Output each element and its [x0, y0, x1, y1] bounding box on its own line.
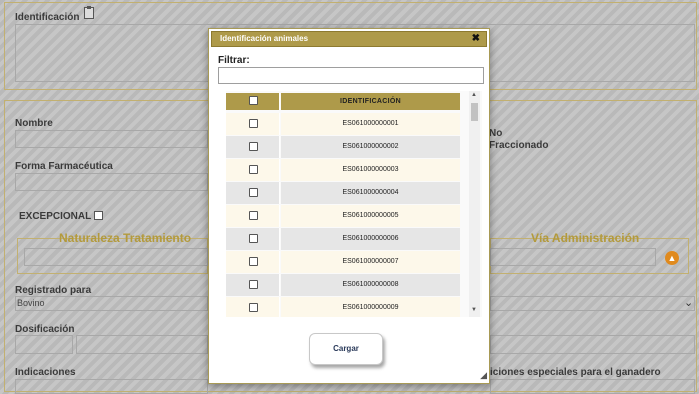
row-checkbox[interactable]	[249, 257, 258, 266]
select-all-cell	[226, 93, 280, 110]
table-row[interactable]: ES061000000001	[226, 113, 460, 135]
registrado-label: Registrado para	[15, 285, 92, 296]
filter-label: Filtrar:	[218, 55, 250, 66]
row-checkbox[interactable]	[249, 119, 258, 128]
table-row[interactable]: ES061000000004	[226, 182, 460, 204]
no-fraccionado-label-2: Fraccionado	[489, 140, 549, 151]
table-row[interactable]: ES061000000002	[226, 136, 460, 158]
dosificacion-field-1[interactable]	[15, 335, 73, 354]
scroll-down-icon[interactable]: ▼	[471, 307, 477, 313]
row-id: ES061000000003	[281, 159, 460, 181]
cargar-button[interactable]: Cargar	[309, 333, 383, 365]
registrado-value: Bovino	[17, 298, 45, 308]
row-id: ES061000000008	[281, 274, 460, 296]
table-row[interactable]: ES061000000006	[226, 228, 460, 250]
via-field[interactable]	[490, 248, 656, 266]
row-id: ES061000000001	[281, 113, 460, 135]
clipboard-icon[interactable]	[84, 6, 94, 19]
naturaleza-field[interactable]	[24, 248, 208, 266]
arrow-up-circle-icon[interactable]: ▲	[665, 251, 679, 265]
row-checkbox[interactable]	[249, 142, 258, 151]
no-fraccionado-label-1: No	[489, 128, 503, 139]
dosificacion-label: Dosificación	[15, 324, 75, 335]
select-all-checkbox[interactable]	[249, 96, 258, 105]
list-header: IDENTIFICACIÓN	[226, 93, 460, 110]
chevron-down-icon[interactable]: ⌄	[684, 296, 693, 309]
table-row[interactable]: ES061000000005	[226, 205, 460, 227]
via-legend: Vía Administración	[531, 231, 640, 245]
table-row[interactable]: ES061000000003	[226, 159, 460, 181]
row-checkbox[interactable]	[249, 234, 258, 243]
column-header-identificacion[interactable]: IDENTIFICACIÓN	[281, 93, 460, 110]
dosificacion-field-2[interactable]	[76, 335, 208, 354]
dialog-header[interactable]: Identificación animales ✖	[211, 31, 487, 47]
list-scrollbar[interactable]: ▲ ▼	[469, 91, 480, 317]
scroll-up-icon[interactable]: ▲	[471, 92, 477, 98]
identificacion-label: Identificación	[15, 12, 80, 23]
nombre-label: Nombre	[15, 118, 53, 129]
condiciones-field[interactable]	[490, 379, 695, 394]
row-id: ES061000000002	[281, 136, 460, 158]
excepcional-label: EXCEPCIONAL	[19, 211, 92, 222]
resize-grip-icon[interactable]: ◢	[480, 370, 487, 381]
table-row[interactable]: ES061000000009	[226, 297, 460, 317]
row-id: ES061000000007	[281, 251, 460, 273]
identificacion-animales-dialog: Identificación animales ✖ Filtrar: IDENT…	[208, 28, 490, 384]
forma-farmaceutica-field[interactable]	[15, 173, 208, 191]
dialog-title: Identificación animales	[220, 34, 309, 43]
table-row[interactable]: ES061000000007	[226, 251, 460, 273]
filter-input[interactable]	[218, 67, 484, 84]
row-id: ES061000000005	[281, 205, 460, 227]
row-id: ES061000000009	[281, 297, 460, 317]
row-id: ES061000000006	[281, 228, 460, 250]
forma-farmaceutica-label: Forma Farmacéutica	[15, 161, 113, 172]
condiciones-label: iciones especiales para el ganadero	[490, 367, 661, 378]
registrado-select-right[interactable]	[490, 296, 695, 311]
row-checkbox[interactable]	[249, 188, 258, 197]
naturaleza-legend: Naturaleza Tratamiento	[59, 231, 192, 245]
close-icon[interactable]: ✖	[472, 32, 480, 46]
scroll-thumb[interactable]	[471, 103, 478, 121]
row-checkbox[interactable]	[249, 165, 258, 174]
table-row[interactable]: ES061000000008	[226, 274, 460, 296]
row-checkbox[interactable]	[249, 280, 258, 289]
indicaciones-label: Indicaciones	[15, 367, 76, 378]
excepcional-checkbox[interactable]	[94, 211, 103, 220]
animal-list: IDENTIFICACIÓN ES061000000001 ES06100000…	[226, 91, 482, 317]
dosificacion-field-3[interactable]	[490, 335, 695, 354]
row-checkbox[interactable]	[249, 303, 258, 312]
row-checkbox[interactable]	[249, 211, 258, 220]
row-id: ES061000000004	[281, 182, 460, 204]
nombre-field[interactable]	[15, 130, 208, 148]
indicaciones-field[interactable]	[15, 379, 208, 394]
